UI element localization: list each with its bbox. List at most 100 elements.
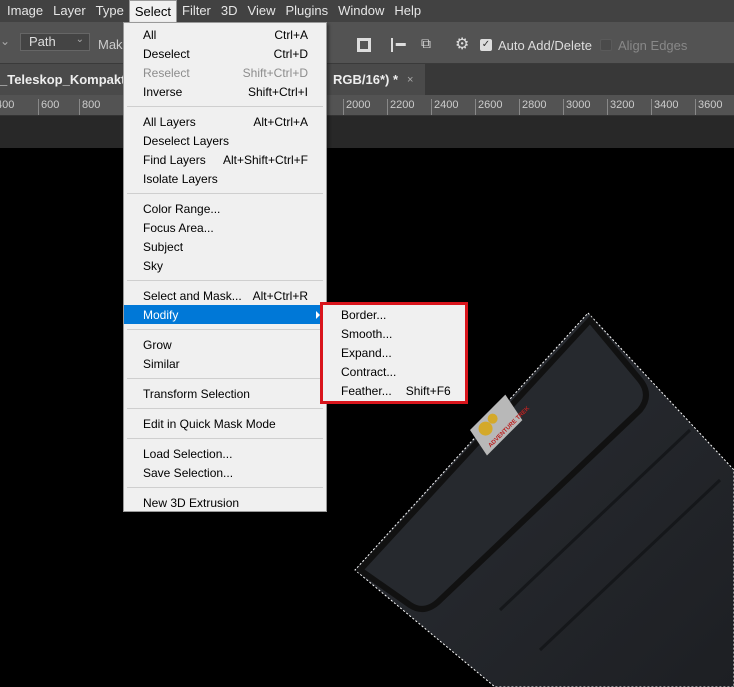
submenu-item-label: Expand... — [341, 345, 392, 360]
submenu-item-label: Feather... — [341, 383, 392, 398]
menu-item-sky[interactable]: Sky — [124, 256, 326, 275]
menu-filter[interactable]: Filter — [177, 0, 216, 22]
menu-item-transform-selection[interactable]: Transform Selection — [124, 384, 326, 403]
submenu-item-label: Contract... — [341, 364, 397, 379]
ruler-tick-label: 2800 — [519, 99, 546, 115]
align-edges-checkbox[interactable] — [600, 39, 612, 51]
menu-item-modify[interactable]: Modify — [124, 305, 326, 324]
menu-item-label: Isolate Layers — [143, 171, 218, 186]
menu-item-label: Save Selection... — [143, 465, 234, 480]
menu-item-label: Transform Selection — [143, 386, 250, 401]
menu-item-focus-area[interactable]: Focus Area... — [124, 218, 326, 237]
document-title-left: _Teleskop_Kompakt_I — [0, 72, 137, 87]
menu-item-shortcut: Shift+Ctrl+D — [242, 65, 308, 80]
submenu-item-smooth[interactable]: Smooth... — [323, 324, 465, 343]
menu-item-find-layers[interactable]: Find Layers Alt+Shift+Ctrl+F — [124, 150, 326, 169]
menu-item-label: Find Layers — [143, 152, 206, 167]
menu-item-isolate-layers[interactable]: Isolate Layers — [124, 169, 326, 188]
menu-window[interactable]: Window — [333, 0, 389, 22]
submenu-item-border[interactable]: Border... — [323, 305, 465, 324]
path-alignment-icon[interactable]: ▬ — [391, 38, 406, 52]
path-operations-icon[interactable] — [357, 38, 371, 52]
ruler-tick-label: 3400 — [651, 99, 678, 115]
menu-item-new-3d-extrusion[interactable]: New 3D Extrusion — [124, 493, 326, 512]
select-menu: All Ctrl+A Deselect Ctrl+D Reselect Shift+Ctr… — [123, 22, 327, 512]
menu-item-grow[interactable]: Grow — [124, 335, 326, 354]
canvas-image: ADVENTURE TREK — [354, 312, 734, 687]
menu-3d[interactable]: 3D — [216, 0, 243, 22]
menu-item-select-and-mask[interactable]: Select and Mask... Alt+Ctrl+R — [124, 286, 326, 305]
menu-type[interactable]: Type — [91, 0, 129, 22]
chevron-down-icon: ⌄ — [75, 34, 84, 45]
horizontal-ruler: 400 600 800 2000 2200 2400 2600 2800 3000 3200 340… — [0, 95, 734, 116]
menu-item-all[interactable]: All Ctrl+A — [124, 25, 326, 44]
menu-item-all-layers[interactable]: All Layers Alt+Ctrl+A — [124, 112, 326, 131]
ruler-tick-label: 3600 — [695, 99, 722, 115]
menu-item-deselect[interactable]: Deselect Ctrl+D — [124, 44, 326, 63]
ruler-tick-label: 3000 — [563, 99, 590, 115]
path-mode-select[interactable]: Path ⌄ — [20, 33, 90, 51]
menu-item-label: Grow — [143, 337, 172, 352]
menu-separator — [124, 101, 326, 112]
menu-item-load-selection[interactable]: Load Selection... — [124, 444, 326, 463]
ruler-tick-label: 2200 — [387, 99, 414, 115]
menu-item-label: Reselect — [143, 65, 190, 80]
menu-item-label: Similar — [143, 356, 180, 371]
menu-item-label: Color Range... — [143, 201, 221, 216]
menu-item-shortcut: Alt+Shift+Ctrl+F — [222, 152, 308, 167]
submenu-item-expand[interactable]: Expand... — [323, 343, 465, 362]
path-arrangement-icon[interactable]: ⧉ — [421, 35, 431, 52]
auto-add-delete-checkbox[interactable]: ✓ — [480, 39, 492, 51]
menu-plugins[interactable]: Plugins — [280, 0, 333, 22]
menu-item-edit-in-quick-mask-mode[interactable]: Edit in Quick Mask Mode — [124, 414, 326, 433]
tool-preset-chevron[interactable]: ⌄ — [0, 34, 10, 52]
menu-item-inverse[interactable]: Inverse Shift+Ctrl+I — [124, 82, 326, 101]
gear-icon[interactable]: ⚙ — [455, 34, 469, 54]
menu-item-shortcut: Alt+Ctrl+A — [253, 114, 308, 129]
menu-select[interactable]: Select — [128, 0, 177, 22]
menu-item-subject[interactable]: Subject — [124, 237, 326, 256]
menu-view[interactable]: View — [243, 0, 281, 22]
close-tab-icon[interactable]: × — [407, 74, 413, 86]
menu-item-label: Select and Mask... — [143, 288, 242, 303]
pasteboard — [0, 116, 734, 148]
ruler-tick-label: 400 — [0, 99, 14, 115]
menu-separator — [124, 403, 326, 414]
modify-submenu: Border... Smooth... Expand... Contract... Fe… — [320, 302, 468, 404]
menu-item-label: Deselect Layers — [143, 133, 230, 148]
menu-item-label: Edit in Quick Mask Mode — [143, 416, 276, 431]
menu-separator — [124, 433, 326, 444]
path-mode-value: Path — [29, 34, 56, 49]
document-tab-bar: _Teleskop_Kompakt_I RGB/16*) * × — [0, 64, 734, 95]
options-bar: ⌄ Path ⌄ Make ▬ ⧉ ⚙ ✓ Auto Add/Delete Al… — [0, 22, 734, 64]
menu-item-shortcut: Shift+Ctrl+I — [247, 84, 308, 99]
menu-image[interactable]: Image — [2, 0, 48, 22]
menu-separator — [124, 324, 326, 335]
menu-item-color-range[interactable]: Color Range... — [124, 199, 326, 218]
menu-separator — [124, 188, 326, 199]
menu-item-deselect-layers[interactable]: Deselect Layers — [124, 131, 326, 150]
submenu-item-contract[interactable]: Contract... — [323, 362, 465, 381]
menu-help[interactable]: Help — [389, 0, 426, 22]
submenu-item-shortcut: Shift+F6 — [405, 383, 451, 398]
menu-separator — [124, 275, 326, 286]
ruler-tick-label: 2400 — [431, 99, 458, 115]
menu-item-label: Load Selection... — [143, 446, 233, 461]
menu-item-shortcut: Alt+Ctrl+R — [252, 288, 308, 303]
menu-item-shortcut: Ctrl+A — [274, 27, 308, 42]
submenu-item-label: Smooth... — [341, 326, 393, 341]
menu-item-label: All Layers — [143, 114, 196, 129]
ruler-tick-label: 2600 — [475, 99, 502, 115]
document-title-right: RGB/16*) * — [333, 72, 399, 87]
menu-item-shortcut: Ctrl+D — [273, 46, 308, 61]
submenu-item-feather[interactable]: Feather... Shift+F6 — [323, 381, 465, 400]
menu-item-label: Deselect — [143, 46, 190, 61]
menu-item-reselect: Reselect Shift+Ctrl+D — [124, 63, 326, 82]
menu-bar: Image Layer Type Select Filter 3D View Plugins W… — [0, 0, 734, 22]
menu-item-label: Subject — [143, 239, 184, 254]
menu-item-similar[interactable]: Similar — [124, 354, 326, 373]
menu-layer[interactable]: Layer — [48, 0, 91, 22]
menu-item-label: Focus Area... — [143, 220, 214, 235]
ruler-tick-label: 800 — [79, 99, 100, 115]
menu-item-save-selection[interactable]: Save Selection... — [124, 463, 326, 482]
